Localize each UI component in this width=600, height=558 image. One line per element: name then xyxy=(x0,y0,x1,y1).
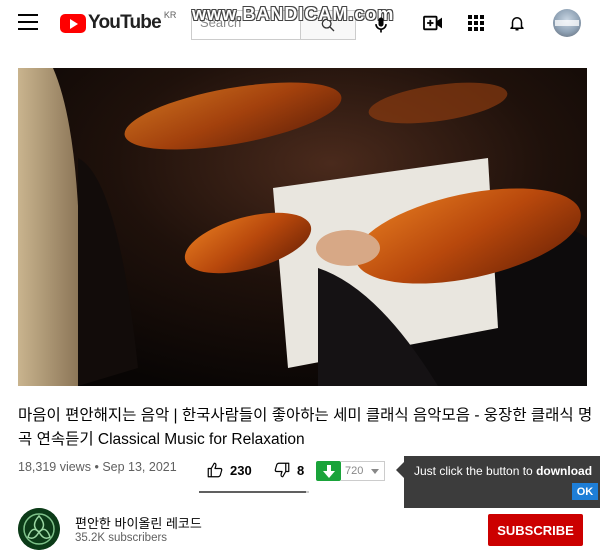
dislike-count: 8 xyxy=(297,462,305,478)
subscribe-button[interactable]: SUBSCRIBE xyxy=(488,514,583,546)
sentiment-fill xyxy=(199,491,306,493)
youtube-logo[interactable]: YouTube KR xyxy=(60,10,177,34)
tooltip-bold: download xyxy=(536,464,593,478)
region-code: KR xyxy=(163,10,177,20)
bandicam-watermark: www.BANDICAM.com xyxy=(192,4,395,24)
youtube-watch-page: YouTube KR Search www.BANDICAM.com 마음이 편… xyxy=(0,0,600,558)
like-button[interactable]: 230 xyxy=(206,456,252,484)
menu-icon[interactable] xyxy=(18,14,38,30)
view-count: 18,319 views xyxy=(18,460,91,474)
channel-name[interactable]: 편안한 바이올린 레코드 xyxy=(75,513,202,532)
tooltip-ok-button[interactable]: OK xyxy=(572,483,598,500)
quality-select[interactable]: 720 xyxy=(341,461,385,481)
mic-icon[interactable] xyxy=(371,14,391,36)
thumb-up-icon xyxy=(207,462,223,478)
sentiment-bar xyxy=(199,491,309,493)
upload-date: Sep 13, 2021 xyxy=(102,460,177,474)
channel-avatar[interactable] xyxy=(18,508,60,550)
youtube-play-icon xyxy=(60,13,86,33)
thumb-down-icon xyxy=(274,462,290,478)
quality-value: 720 xyxy=(345,465,364,477)
logo-text: YouTube xyxy=(88,12,162,33)
download-button[interactable] xyxy=(316,461,341,481)
like-count: 230 xyxy=(230,462,252,478)
dislike-button[interactable]: 8 xyxy=(273,456,304,484)
chevron-down-icon xyxy=(371,469,379,474)
video-meta: 18,319 views • Sep 13, 2021 xyxy=(18,460,177,474)
video-frame xyxy=(18,68,587,386)
subscriber-count: 35.2K subscribers xyxy=(75,532,168,544)
download-arrow-icon xyxy=(322,464,335,478)
apps-icon[interactable] xyxy=(464,12,488,34)
bell-icon[interactable] xyxy=(505,12,529,34)
video-player[interactable] xyxy=(18,68,587,386)
masthead: YouTube KR Search www.BANDICAM.com xyxy=(0,0,600,46)
tooltip-message: Just click the button to download xyxy=(414,464,592,478)
account-avatar[interactable] xyxy=(553,9,581,37)
celtic-knot-icon xyxy=(18,508,60,550)
tooltip-text: Just click the button to xyxy=(414,464,537,478)
video-title: 마음이 편안해지는 음악 | 한국사람들이 좋아하는 세미 클래식 음악모음 -… xyxy=(18,407,593,448)
create-video-icon[interactable] xyxy=(421,12,445,34)
download-tooltip: Just click the button to download OK xyxy=(396,456,600,508)
